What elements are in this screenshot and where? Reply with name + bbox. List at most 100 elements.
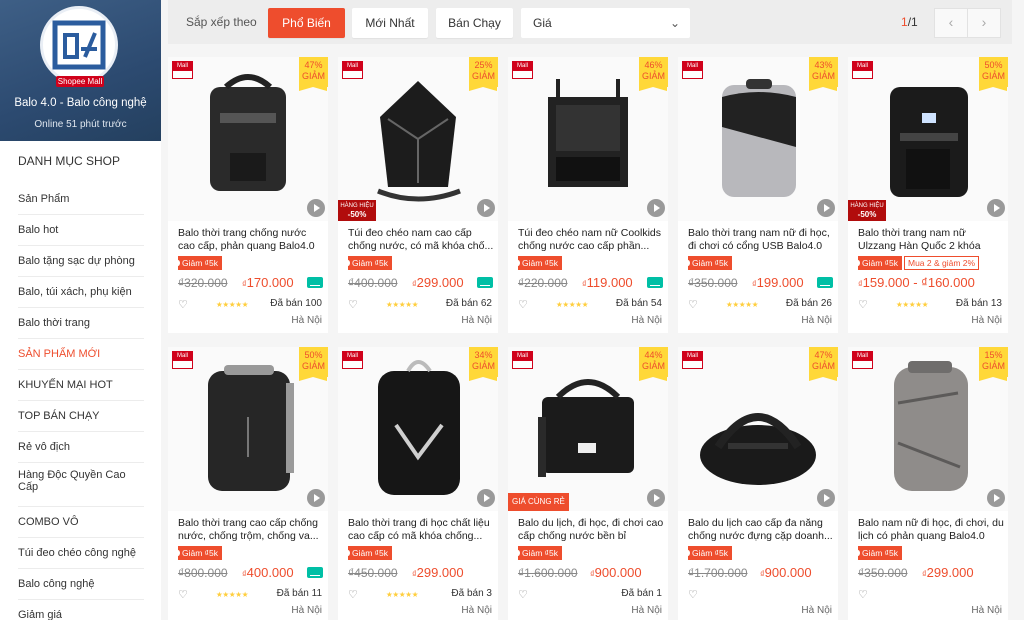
sold-count: Đã bán 11 xyxy=(276,588,322,599)
heart-icon[interactable]: ♡ xyxy=(688,588,698,601)
product-title[interactable]: Túi đeo chéo nam nữ Coolkids chống nước … xyxy=(518,227,664,253)
category-item[interactable]: Sản Phẩm xyxy=(18,184,144,215)
price-sort-select[interactable]: Giá ⌄ xyxy=(521,8,690,38)
discount-percent: 50% xyxy=(304,350,323,360)
category-item-active[interactable]: SẢN PHẨM MỚI xyxy=(18,339,144,370)
page-indicator: 1/1 xyxy=(901,15,918,29)
sold-count: Đã bán 26 xyxy=(785,298,832,309)
category-item[interactable]: Balo, túi xách, phụ kiện xyxy=(18,277,144,308)
product-card[interactable]: Mall 44% GIẢM GIÁ CÙNG RẺ Balo du lịch, đi h… xyxy=(508,347,668,620)
seller-location: Hà Nội xyxy=(801,605,832,616)
next-page-button[interactable]: › xyxy=(967,8,1001,38)
discount-badge: 47% GIẢM xyxy=(299,57,328,91)
sort-bestseller-button[interactable]: Bán Chạy xyxy=(436,8,513,38)
shop-logo[interactable] xyxy=(40,6,118,84)
product-title[interactable]: Balo nam nữ đi học, đi chơi, du lịch có … xyxy=(858,517,1004,543)
video-play-icon[interactable] xyxy=(647,489,665,507)
video-play-icon[interactable] xyxy=(987,489,1005,507)
video-play-icon[interactable] xyxy=(307,199,325,217)
heart-icon[interactable]: ♡ xyxy=(348,298,358,311)
product-card[interactable]: Mall 34% GIẢM Balo thời trang đi học chất l… xyxy=(338,347,498,620)
prev-page-button[interactable]: ‹ xyxy=(934,8,968,38)
voucher-tag: Giảm ₫5k xyxy=(175,256,223,270)
sale-price-value: 199.000 xyxy=(756,275,804,290)
sort-popular-button[interactable]: Phổ Biến xyxy=(268,8,345,38)
seller-location: Hà Nội xyxy=(801,315,832,326)
original-price: ₫220.000 xyxy=(518,276,568,290)
sale-price-value: 299.000 xyxy=(416,275,464,290)
product-card[interactable]: Mall 50% GIẢM HÀNG HIỆU -50% Balo thời trang … xyxy=(848,57,1008,333)
product-card[interactable]: Mall 47% GIẢM Balo thời trang chống nước ca… xyxy=(168,57,328,333)
category-item[interactable]: Rẻ vô địch xyxy=(18,432,144,463)
discount-badge: 15% GIẢM xyxy=(979,347,1008,381)
discount-badge: 50% GIẢM xyxy=(979,57,1008,91)
video-play-icon[interactable] xyxy=(647,199,665,217)
product-card[interactable]: Mall 43% GIẢM Balo thời trang nam nữ đi học… xyxy=(678,57,838,333)
shop-name[interactable]: Balo 4.0 - Balo công nghệ xyxy=(0,97,161,109)
sale-price: ₫900.000 xyxy=(760,565,812,580)
mall-badge: Mall xyxy=(852,61,873,79)
cheap-price-label: GIÁ CÙNG RẺ xyxy=(512,497,565,506)
heart-icon[interactable]: ♡ xyxy=(348,588,358,601)
heart-icon[interactable]: ♡ xyxy=(178,588,188,601)
discount-percent: 15% xyxy=(984,350,1003,360)
category-item[interactable]: Giảm giá xyxy=(18,600,144,620)
mall-badge-label: Mall xyxy=(513,62,532,71)
chevron-right-icon: › xyxy=(981,14,987,30)
product-title[interactable]: Balo du lịch cao cấp đa năng chống nước … xyxy=(688,517,834,543)
video-play-icon[interactable] xyxy=(477,199,495,217)
seller-location: Hà Nội xyxy=(461,605,492,616)
mall-badge: Mall xyxy=(512,351,533,369)
mall-badge-label: Mall xyxy=(173,62,192,71)
video-play-icon[interactable] xyxy=(307,489,325,507)
heart-icon[interactable]: ♡ xyxy=(688,298,698,311)
heart-icon[interactable]: ♡ xyxy=(178,298,188,311)
heart-icon[interactable]: ♡ xyxy=(518,298,528,311)
product-title[interactable]: Balo thời trang đi học chất liệu cao cấp… xyxy=(348,517,494,543)
voucher-tag: Giảm ₫5k xyxy=(175,546,223,560)
product-title[interactable]: Balo du lịch, đi học, đi chơi cao cấp ch… xyxy=(518,517,664,543)
sort-bar: Sắp xếp theo Phổ Biến Mới Nhất Bán Chạy … xyxy=(168,0,1012,44)
original-price: ₫800.000 xyxy=(178,566,228,580)
category-item[interactable]: Túi đeo chéo công nghệ xyxy=(18,538,144,569)
video-play-icon[interactable] xyxy=(817,489,835,507)
mall-badge-label: Mall xyxy=(853,352,872,361)
product-card[interactable]: Mall 50% GIẢM Balo thời trang cao cấp chống… xyxy=(168,347,328,620)
product-title[interactable]: Balo thời trang cao cấp chống nước, chốn… xyxy=(178,517,324,543)
product-title[interactable]: Balo thời trang nam nữ đi học, đi chơi c… xyxy=(688,227,834,253)
product-title[interactable]: Balo thời trang nam nữ Ulzzang Hàn Quốc … xyxy=(858,227,1004,253)
sale-price: ₫170.000 xyxy=(242,275,294,290)
sold-count: Đã bán 3 xyxy=(451,588,492,599)
category-item[interactable]: KHUYẾN MẠI HOT xyxy=(18,370,144,401)
product-card[interactable]: Mall 25% GIẢM HÀNG HIỆU -50% Túi đeo chéo nam… xyxy=(338,57,498,333)
heart-icon[interactable]: ♡ xyxy=(858,298,868,311)
video-play-icon[interactable] xyxy=(817,199,835,217)
heart-icon[interactable]: ♡ xyxy=(518,588,528,601)
category-item[interactable]: COMBO VÔ xyxy=(18,507,144,538)
cheap-price-badge: GIÁ CÙNG RẺ xyxy=(508,493,569,511)
category-item[interactable]: TOP BÁN CHẠY xyxy=(18,401,144,432)
sold-count: Đã bán 13 xyxy=(955,298,1002,309)
category-item[interactable]: Balo thời trang xyxy=(18,308,144,339)
video-play-icon[interactable] xyxy=(477,489,495,507)
seller-location: Hà Nội xyxy=(461,315,492,326)
category-item[interactable]: Balo tặng sạc dự phòng xyxy=(18,246,144,277)
product-title[interactable]: Túi đeo chéo nam cao cấp chống nước, có … xyxy=(348,227,494,253)
heart-icon[interactable]: ♡ xyxy=(858,588,868,601)
product-card[interactable]: Mall 47% GIẢM Balo du lịch cao cấp đa năng … xyxy=(678,347,838,620)
discount-percent: 44% xyxy=(644,350,663,360)
sort-newest-button[interactable]: Mới Nhất xyxy=(352,8,428,38)
product-title[interactable]: Balo thời trang chống nước cao cấp, phản… xyxy=(178,227,324,253)
category-item[interactable]: Hàng Độc Quyền Cao Cấp xyxy=(18,463,144,507)
shop-banner[interactable]: Shopee Mall Balo 4.0 - Balo công nghệ On… xyxy=(0,0,161,141)
category-item[interactable]: Balo công nghệ xyxy=(18,569,144,600)
video-play-icon[interactable] xyxy=(987,199,1005,217)
sale-price-value: 900.000 xyxy=(594,565,642,580)
rating-stars: ★★★★★ xyxy=(216,300,249,309)
product-card[interactable]: Mall 15% GIẢM Balo nam nữ đi học, đi chơi, … xyxy=(848,347,1008,620)
product-card[interactable]: Mall 46% GIẢM Túi đeo chéo nam nữ Coolkids … xyxy=(508,57,668,333)
sale-price: ₫299.000 xyxy=(922,565,974,580)
category-item[interactable]: Balo hot xyxy=(18,215,144,246)
voucher-tag: Giảm ₫5k xyxy=(345,256,393,270)
page-total: /1 xyxy=(907,15,918,29)
